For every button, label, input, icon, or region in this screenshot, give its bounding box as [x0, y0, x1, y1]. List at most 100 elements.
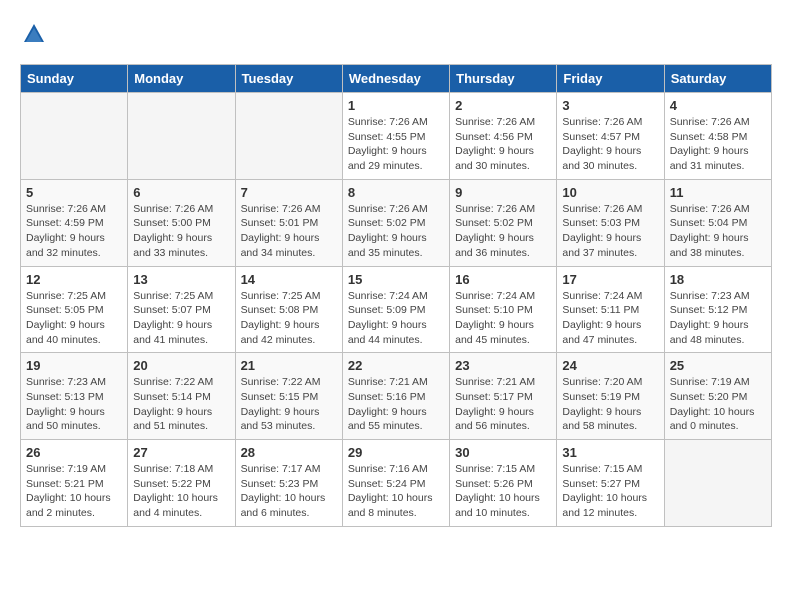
day-number: 30	[455, 445, 551, 460]
day-info: Sunrise: 7:22 AM Sunset: 5:14 PM Dayligh…	[133, 375, 229, 434]
day-number: 21	[241, 358, 337, 373]
day-info: Sunrise: 7:17 AM Sunset: 5:23 PM Dayligh…	[241, 462, 337, 521]
day-number: 28	[241, 445, 337, 460]
day-info: Sunrise: 7:26 AM Sunset: 4:55 PM Dayligh…	[348, 115, 444, 174]
day-info: Sunrise: 7:24 AM Sunset: 5:09 PM Dayligh…	[348, 289, 444, 348]
day-number: 16	[455, 272, 551, 287]
day-number: 11	[670, 185, 766, 200]
calendar-cell: 26 Sunrise: 7:19 AM Sunset: 5:21 PM Dayli…	[21, 440, 128, 527]
calendar-cell: 31 Sunrise: 7:15 AM Sunset: 5:27 PM Dayli…	[557, 440, 664, 527]
day-number: 6	[133, 185, 229, 200]
day-info: Sunrise: 7:22 AM Sunset: 5:15 PM Dayligh…	[241, 375, 337, 434]
calendar-cell: 5 Sunrise: 7:26 AM Sunset: 4:59 PM Daylig…	[21, 179, 128, 266]
day-info: Sunrise: 7:15 AM Sunset: 5:27 PM Dayligh…	[562, 462, 658, 521]
day-info: Sunrise: 7:26 AM Sunset: 4:59 PM Dayligh…	[26, 202, 122, 261]
day-info: Sunrise: 7:19 AM Sunset: 5:21 PM Dayligh…	[26, 462, 122, 521]
calendar-cell: 7 Sunrise: 7:26 AM Sunset: 5:01 PM Daylig…	[235, 179, 342, 266]
calendar-cell: 3 Sunrise: 7:26 AM Sunset: 4:57 PM Daylig…	[557, 93, 664, 180]
calendar-cell	[128, 93, 235, 180]
calendar-cell	[235, 93, 342, 180]
day-number: 22	[348, 358, 444, 373]
calendar-cell: 30 Sunrise: 7:15 AM Sunset: 5:26 PM Dayli…	[450, 440, 557, 527]
day-number: 25	[670, 358, 766, 373]
day-number: 19	[26, 358, 122, 373]
day-number: 18	[670, 272, 766, 287]
day-info: Sunrise: 7:25 AM Sunset: 5:07 PM Dayligh…	[133, 289, 229, 348]
day-number: 2	[455, 98, 551, 113]
day-info: Sunrise: 7:26 AM Sunset: 5:02 PM Dayligh…	[348, 202, 444, 261]
day-info: Sunrise: 7:24 AM Sunset: 5:11 PM Dayligh…	[562, 289, 658, 348]
week-row-5: 26 Sunrise: 7:19 AM Sunset: 5:21 PM Dayli…	[21, 440, 772, 527]
calendar-cell: 19 Sunrise: 7:23 AM Sunset: 5:13 PM Dayli…	[21, 353, 128, 440]
day-number: 8	[348, 185, 444, 200]
calendar-cell: 8 Sunrise: 7:26 AM Sunset: 5:02 PM Daylig…	[342, 179, 449, 266]
day-info: Sunrise: 7:21 AM Sunset: 5:17 PM Dayligh…	[455, 375, 551, 434]
calendar-cell: 13 Sunrise: 7:25 AM Sunset: 5:07 PM Dayli…	[128, 266, 235, 353]
day-number: 10	[562, 185, 658, 200]
day-number: 3	[562, 98, 658, 113]
day-number: 17	[562, 272, 658, 287]
day-number: 1	[348, 98, 444, 113]
calendar-cell: 2 Sunrise: 7:26 AM Sunset: 4:56 PM Daylig…	[450, 93, 557, 180]
day-info: Sunrise: 7:26 AM Sunset: 4:58 PM Dayligh…	[670, 115, 766, 174]
day-info: Sunrise: 7:26 AM Sunset: 5:03 PM Dayligh…	[562, 202, 658, 261]
day-number: 29	[348, 445, 444, 460]
week-row-2: 5 Sunrise: 7:26 AM Sunset: 4:59 PM Daylig…	[21, 179, 772, 266]
col-header-monday: Monday	[128, 65, 235, 93]
day-info: Sunrise: 7:26 AM Sunset: 5:00 PM Dayligh…	[133, 202, 229, 261]
calendar-cell: 28 Sunrise: 7:17 AM Sunset: 5:23 PM Dayli…	[235, 440, 342, 527]
day-info: Sunrise: 7:26 AM Sunset: 5:02 PM Dayligh…	[455, 202, 551, 261]
day-number: 4	[670, 98, 766, 113]
calendar-cell: 21 Sunrise: 7:22 AM Sunset: 5:15 PM Dayli…	[235, 353, 342, 440]
col-header-thursday: Thursday	[450, 65, 557, 93]
calendar-cell: 18 Sunrise: 7:23 AM Sunset: 5:12 PM Dayli…	[664, 266, 771, 353]
day-number: 13	[133, 272, 229, 287]
day-info: Sunrise: 7:15 AM Sunset: 5:26 PM Dayligh…	[455, 462, 551, 521]
day-info: Sunrise: 7:18 AM Sunset: 5:22 PM Dayligh…	[133, 462, 229, 521]
day-info: Sunrise: 7:26 AM Sunset: 5:01 PM Dayligh…	[241, 202, 337, 261]
day-number: 31	[562, 445, 658, 460]
day-number: 5	[26, 185, 122, 200]
col-header-saturday: Saturday	[664, 65, 771, 93]
day-info: Sunrise: 7:23 AM Sunset: 5:12 PM Dayligh…	[670, 289, 766, 348]
day-number: 26	[26, 445, 122, 460]
col-header-sunday: Sunday	[21, 65, 128, 93]
day-number: 20	[133, 358, 229, 373]
day-number: 27	[133, 445, 229, 460]
calendar-cell: 17 Sunrise: 7:24 AM Sunset: 5:11 PM Dayli…	[557, 266, 664, 353]
day-number: 14	[241, 272, 337, 287]
day-number: 15	[348, 272, 444, 287]
day-number: 12	[26, 272, 122, 287]
day-number: 7	[241, 185, 337, 200]
calendar-cell: 15 Sunrise: 7:24 AM Sunset: 5:09 PM Dayli…	[342, 266, 449, 353]
day-info: Sunrise: 7:26 AM Sunset: 5:04 PM Dayligh…	[670, 202, 766, 261]
page-header	[20, 20, 772, 48]
day-info: Sunrise: 7:16 AM Sunset: 5:24 PM Dayligh…	[348, 462, 444, 521]
day-info: Sunrise: 7:24 AM Sunset: 5:10 PM Dayligh…	[455, 289, 551, 348]
calendar-cell: 4 Sunrise: 7:26 AM Sunset: 4:58 PM Daylig…	[664, 93, 771, 180]
day-number: 23	[455, 358, 551, 373]
day-info: Sunrise: 7:26 AM Sunset: 4:56 PM Dayligh…	[455, 115, 551, 174]
day-info: Sunrise: 7:26 AM Sunset: 4:57 PM Dayligh…	[562, 115, 658, 174]
col-header-wednesday: Wednesday	[342, 65, 449, 93]
calendar-cell: 27 Sunrise: 7:18 AM Sunset: 5:22 PM Dayli…	[128, 440, 235, 527]
logo-icon	[20, 20, 48, 48]
calendar-cell: 14 Sunrise: 7:25 AM Sunset: 5:08 PM Dayli…	[235, 266, 342, 353]
calendar-header-row: SundayMondayTuesdayWednesdayThursdayFrid…	[21, 65, 772, 93]
calendar-cell: 6 Sunrise: 7:26 AM Sunset: 5:00 PM Daylig…	[128, 179, 235, 266]
calendar-cell	[664, 440, 771, 527]
day-info: Sunrise: 7:25 AM Sunset: 5:05 PM Dayligh…	[26, 289, 122, 348]
day-number: 24	[562, 358, 658, 373]
day-number: 9	[455, 185, 551, 200]
calendar-cell: 16 Sunrise: 7:24 AM Sunset: 5:10 PM Dayli…	[450, 266, 557, 353]
day-info: Sunrise: 7:21 AM Sunset: 5:16 PM Dayligh…	[348, 375, 444, 434]
calendar-table: SundayMondayTuesdayWednesdayThursdayFrid…	[20, 64, 772, 527]
week-row-1: 1 Sunrise: 7:26 AM Sunset: 4:55 PM Daylig…	[21, 93, 772, 180]
calendar-cell: 11 Sunrise: 7:26 AM Sunset: 5:04 PM Dayli…	[664, 179, 771, 266]
logo	[20, 20, 52, 48]
calendar-cell: 10 Sunrise: 7:26 AM Sunset: 5:03 PM Dayli…	[557, 179, 664, 266]
calendar-cell: 25Sunrise: 7:19 AM Sunset: 5:20 PM Dayli…	[664, 353, 771, 440]
day-info: Sunrise: 7:25 AM Sunset: 5:08 PM Dayligh…	[241, 289, 337, 348]
calendar-cell: 23 Sunrise: 7:21 AM Sunset: 5:17 PM Dayli…	[450, 353, 557, 440]
day-info: Sunrise: 7:23 AM Sunset: 5:13 PM Dayligh…	[26, 375, 122, 434]
